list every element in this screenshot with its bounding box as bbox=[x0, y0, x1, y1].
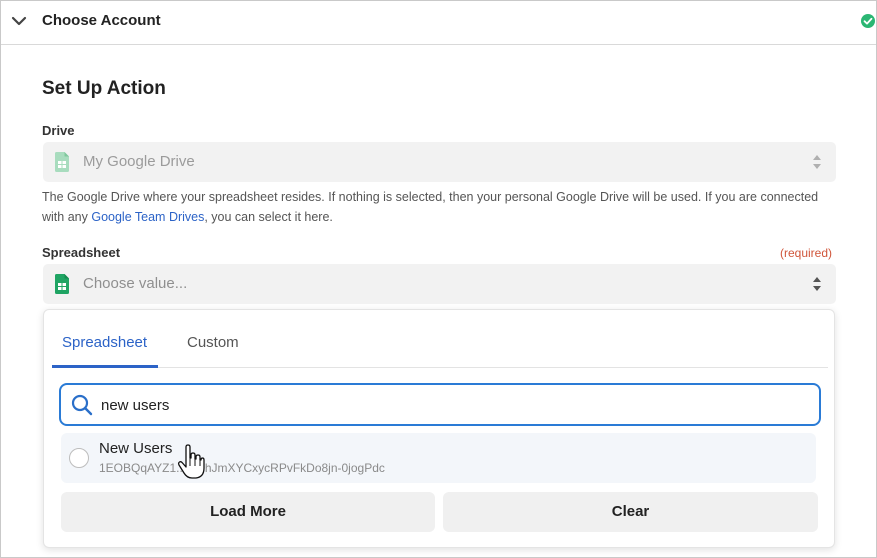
result-name: New Users bbox=[99, 440, 173, 457]
drive-help-text: The Google Drive where your spreadsheet … bbox=[42, 187, 842, 227]
updown-arrows-icon bbox=[813, 155, 821, 169]
choose-account-header[interactable]: Choose Account bbox=[1, 1, 876, 45]
spreadsheet-dropdown: Spreadsheet Custom new users New Users 1… bbox=[43, 309, 835, 548]
drive-value: My Google Drive bbox=[83, 153, 195, 170]
active-tab-indicator bbox=[52, 365, 158, 368]
result-id: 1EOBQqAYZ1...QQhJmXYCxycRPvFkDo8jn-0jogP… bbox=[99, 461, 385, 475]
search-icon bbox=[71, 394, 93, 416]
drive-label: Drive bbox=[42, 123, 75, 138]
list-item[interactable]: New Users 1EOBQqAYZ1...QQhJmXYCxycRPvFkD… bbox=[61, 433, 816, 483]
dropdown-tabs: Spreadsheet Custom bbox=[52, 310, 828, 368]
app-frame: Choose Account Set Up Action Drive My Go… bbox=[0, 0, 877, 558]
tab-custom[interactable]: Custom bbox=[187, 334, 239, 351]
section-title: Set Up Action bbox=[42, 78, 166, 99]
updown-arrows-icon bbox=[813, 277, 821, 291]
google-team-drives-link[interactable]: Google Team Drives bbox=[91, 210, 204, 224]
load-more-button[interactable]: Load More bbox=[61, 492, 435, 532]
spreadsheet-label: Spreadsheet bbox=[42, 245, 121, 260]
clear-button[interactable]: Clear bbox=[443, 492, 818, 532]
google-sheets-icon bbox=[55, 274, 69, 294]
spreadsheet-placeholder: Choose value... bbox=[83, 275, 188, 292]
required-indicator: (required) bbox=[780, 246, 833, 260]
check-circle-icon bbox=[861, 14, 875, 28]
search-value: new users bbox=[101, 397, 170, 414]
radio-button[interactable] bbox=[69, 448, 89, 468]
tab-spreadsheet[interactable]: Spreadsheet bbox=[62, 334, 147, 351]
spreadsheet-select[interactable]: Choose value... bbox=[43, 264, 836, 304]
google-sheets-icon bbox=[55, 152, 69, 172]
drive-select[interactable]: My Google Drive bbox=[43, 142, 836, 182]
hand-pointer-cursor-icon bbox=[177, 444, 205, 479]
drive-help-after: , you can select it here. bbox=[204, 210, 333, 224]
chevron-down-icon[interactable] bbox=[10, 12, 28, 30]
choose-account-title: Choose Account bbox=[42, 12, 161, 29]
search-input[interactable]: new users bbox=[59, 383, 821, 426]
